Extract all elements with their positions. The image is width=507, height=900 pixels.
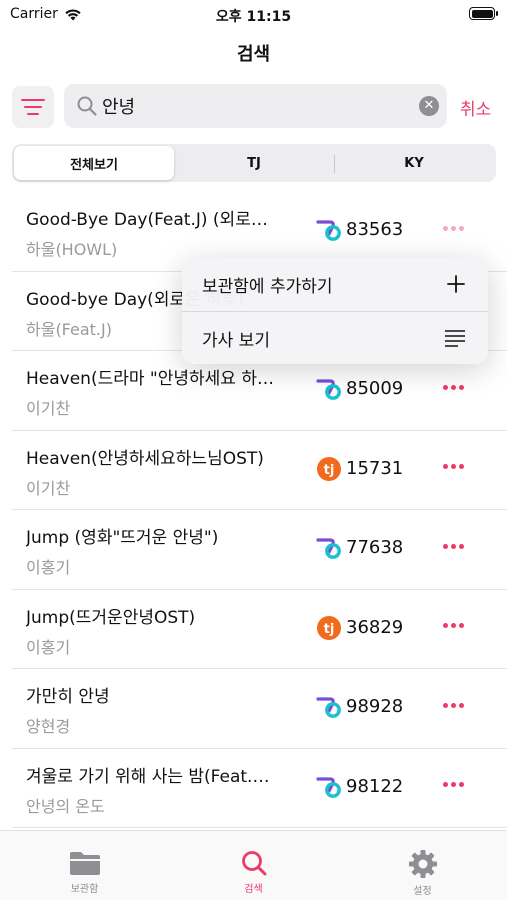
- more-options-icon[interactable]: [438, 611, 468, 641]
- song-artist: 안녕의 온도: [26, 796, 105, 816]
- filter-button[interactable]: [12, 86, 54, 128]
- tab-search[interactable]: 검색: [169, 831, 338, 900]
- song-artist: 양현경: [26, 717, 71, 736]
- tj-logo-icon: tj: [316, 456, 342, 482]
- song-row[interactable]: Jump (영화"뜨거운 안녕") 이홍기 77638: [12, 510, 507, 590]
- song-row[interactable]: Heaven(안녕하세요하느님OST) 이기찬 tj 15731: [12, 431, 507, 510]
- filter-icon: [21, 99, 45, 101]
- battery-icon: [469, 7, 498, 20]
- search-input[interactable]: [102, 92, 402, 120]
- song-title: Jump(뜨거운안녕OST): [26, 607, 196, 628]
- clear-search-icon[interactable]: ✕: [419, 96, 439, 116]
- more-options-icon[interactable]: [438, 531, 468, 561]
- svg-text:tj: tj: [324, 622, 335, 637]
- menu-item-label: 가사 보기: [202, 330, 270, 351]
- more-options-icon[interactable]: [438, 452, 468, 482]
- ky-logo-icon: [316, 217, 342, 243]
- song-row[interactable]: Jump(뜨거운안녕OST) 이홍기 tj 36829: [12, 590, 507, 669]
- song-number: 85009: [346, 378, 404, 399]
- song-number: 15731: [346, 457, 404, 479]
- menu-item-add-to-library[interactable]: 보관함에 추가하기: [182, 258, 488, 311]
- song-title: Good-Bye Day(Feat.J) (외로…: [26, 210, 268, 230]
- tab-label: 설정: [413, 886, 432, 897]
- song-artist: 이기찬: [26, 478, 71, 498]
- song-row[interactable]: 가만히 안녕양현경 98928: [12, 669, 507, 749]
- svg-text:tj: tj: [324, 463, 335, 478]
- segment-all[interactable]: 전체보기: [14, 146, 174, 180]
- segment-tj[interactable]: TJ: [174, 146, 334, 180]
- search-box[interactable]: ✕: [64, 84, 447, 128]
- song-artist: 하울(HOWL): [26, 240, 118, 259]
- menu-item-view-lyrics[interactable]: 가사 보기: [182, 311, 488, 364]
- song-artist: 이홍기: [26, 558, 71, 577]
- ky-logo-icon: [316, 535, 342, 561]
- song-number: 98928: [346, 696, 404, 717]
- tab-settings[interactable]: 설정: [338, 831, 507, 900]
- folder-icon: [69, 852, 100, 875]
- tab-label: 검색: [244, 884, 263, 895]
- status-time: 오후 11:15: [215, 9, 292, 25]
- brand-segmented-control: 전체보기 TJ KY: [12, 144, 496, 182]
- more-options-icon[interactable]: [438, 690, 468, 720]
- gear-icon: [408, 850, 437, 878]
- ky-logo-icon: [316, 694, 342, 720]
- tab-label: 보관함: [70, 884, 99, 895]
- cancel-button[interactable]: 취소: [460, 95, 491, 120]
- tj-logo-icon: tj: [316, 615, 342, 641]
- song-number: 36829: [346, 616, 404, 638]
- status-bar: Carrier 오후 11:15: [0, 0, 507, 30]
- ky-logo-icon: [316, 376, 342, 402]
- song-artist: 이홍기: [26, 637, 71, 657]
- song-artist: 하울(Feat.J): [26, 319, 112, 339]
- song-row[interactable]: 겨울로 가기 위해 사는 밤(Feat.… 안녕의 온도 98122: [12, 749, 507, 828]
- song-number: 98122: [346, 775, 404, 797]
- tab-bar: 보관함 검색 설정: [0, 830, 507, 900]
- song-title: 가만히 안녕: [26, 687, 110, 707]
- song-title: Heaven(안녕하세요하느님OST): [26, 448, 264, 469]
- song-artist: 이기찬: [26, 399, 71, 418]
- context-menu: 보관함에 추가하기 가사 보기: [182, 258, 488, 364]
- song-title: Jump (영화"뜨거운 안녕"): [26, 528, 219, 548]
- more-options-icon[interactable]: [438, 213, 468, 243]
- plus-icon: [447, 275, 465, 293]
- song-number: 77638: [346, 537, 404, 558]
- search-icon: [241, 851, 266, 876]
- song-title: 겨울로 가기 위해 사는 밤(Feat.…: [26, 766, 270, 787]
- page-title: 검색: [236, 44, 271, 65]
- ky-logo-icon: [316, 774, 342, 800]
- tab-library[interactable]: 보관함: [0, 831, 169, 900]
- segment-ky[interactable]: KY: [334, 146, 494, 180]
- lyrics-lines-icon: [445, 330, 465, 347]
- more-options-icon[interactable]: [438, 770, 468, 800]
- menu-item-label: 보관함에 추가하기: [202, 277, 333, 297]
- magnifier-icon: [77, 96, 97, 116]
- song-number: 83563: [346, 219, 404, 240]
- song-title: Heaven(드라마 "안녕하세요 하…: [26, 369, 274, 389]
- more-options-icon[interactable]: [438, 372, 468, 402]
